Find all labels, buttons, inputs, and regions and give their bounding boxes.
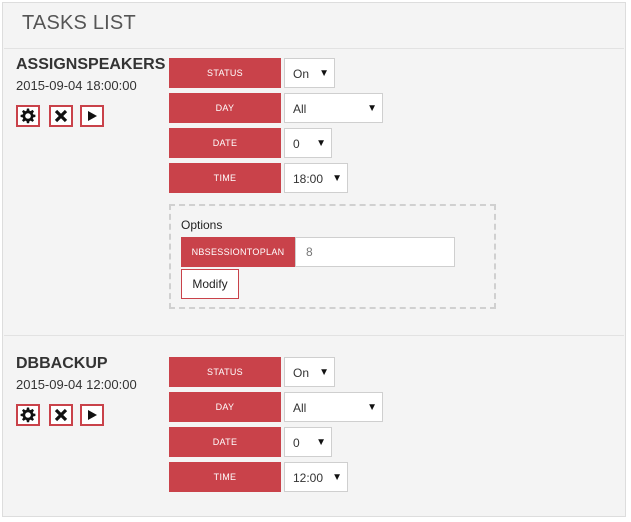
- time-value: 12:00: [293, 471, 324, 485]
- caret-down-icon: ▼: [319, 68, 329, 79]
- date-value: 0: [293, 137, 300, 151]
- status-label: STATUS: [169, 357, 281, 387]
- close-icon: [54, 109, 68, 123]
- status-label: STATUS: [169, 58, 281, 88]
- date-label: DATE: [169, 427, 281, 457]
- day-value: All: [293, 102, 307, 116]
- gear-icon: [20, 108, 36, 124]
- caret-down-icon: ▼: [367, 103, 377, 114]
- day-value: All: [293, 401, 307, 415]
- status-value: On: [293, 67, 310, 81]
- time-label: TIME: [169, 163, 281, 193]
- time-value: 18:00: [293, 172, 324, 186]
- caret-down-icon: ▼: [316, 138, 326, 149]
- settings-button[interactable]: [16, 404, 40, 426]
- date-value: 0: [293, 436, 300, 450]
- status-value: On: [293, 366, 310, 380]
- task-datetime: 2015-09-04 12:00:00: [16, 377, 137, 392]
- task-assignspeakers: ASSIGNSPEAKERS 2015-09-04 18:00:00 STATU…: [3, 3, 625, 333]
- play-icon: [86, 110, 98, 122]
- play-icon: [86, 409, 98, 421]
- modify-button[interactable]: Modify: [181, 269, 239, 299]
- status-select[interactable]: On ▼: [284, 58, 335, 88]
- task-name: ASSIGNSPEAKERS: [16, 56, 166, 73]
- task-datetime: 2015-09-04 18:00:00: [16, 78, 137, 93]
- close-icon: [54, 408, 68, 422]
- day-label: DAY: [169, 392, 281, 422]
- time-label: TIME: [169, 462, 281, 492]
- run-button[interactable]: [80, 105, 104, 127]
- caret-down-icon: ▼: [332, 173, 342, 184]
- task-name: DBBACKUP: [16, 355, 108, 372]
- settings-button[interactable]: [16, 105, 40, 127]
- date-label: DATE: [169, 128, 281, 158]
- options-title: Options: [181, 218, 223, 232]
- nbsessiontoplan-input[interactable]: [295, 237, 455, 267]
- status-select[interactable]: On ▼: [284, 357, 335, 387]
- day-select[interactable]: All ▼: [284, 392, 383, 422]
- date-select[interactable]: 0 ▼: [284, 128, 332, 158]
- run-button[interactable]: [80, 404, 104, 426]
- nbsessiontoplan-label: NBSESSIONTOPLAN: [181, 237, 295, 267]
- task-dbbackup: DBBACKUP 2015-09-04 12:00:00 STATUS On ▼…: [3, 302, 625, 522]
- day-select[interactable]: All ▼: [284, 93, 383, 123]
- caret-down-icon: ▼: [319, 367, 329, 378]
- caret-down-icon: ▼: [316, 437, 326, 448]
- options-box: Options NBSESSIONTOPLAN Modify: [169, 204, 496, 309]
- gear-icon: [20, 407, 36, 423]
- tasks-panel: TASKS LIST ASSIGNSPEAKERS 2015-09-04 18:…: [2, 2, 626, 517]
- caret-down-icon: ▼: [332, 472, 342, 483]
- time-select[interactable]: 18:00 ▼: [284, 163, 348, 193]
- delete-button[interactable]: [49, 105, 73, 127]
- date-select[interactable]: 0 ▼: [284, 427, 332, 457]
- caret-down-icon: ▼: [367, 402, 377, 413]
- day-label: DAY: [169, 93, 281, 123]
- delete-button[interactable]: [49, 404, 73, 426]
- time-select[interactable]: 12:00 ▼: [284, 462, 348, 492]
